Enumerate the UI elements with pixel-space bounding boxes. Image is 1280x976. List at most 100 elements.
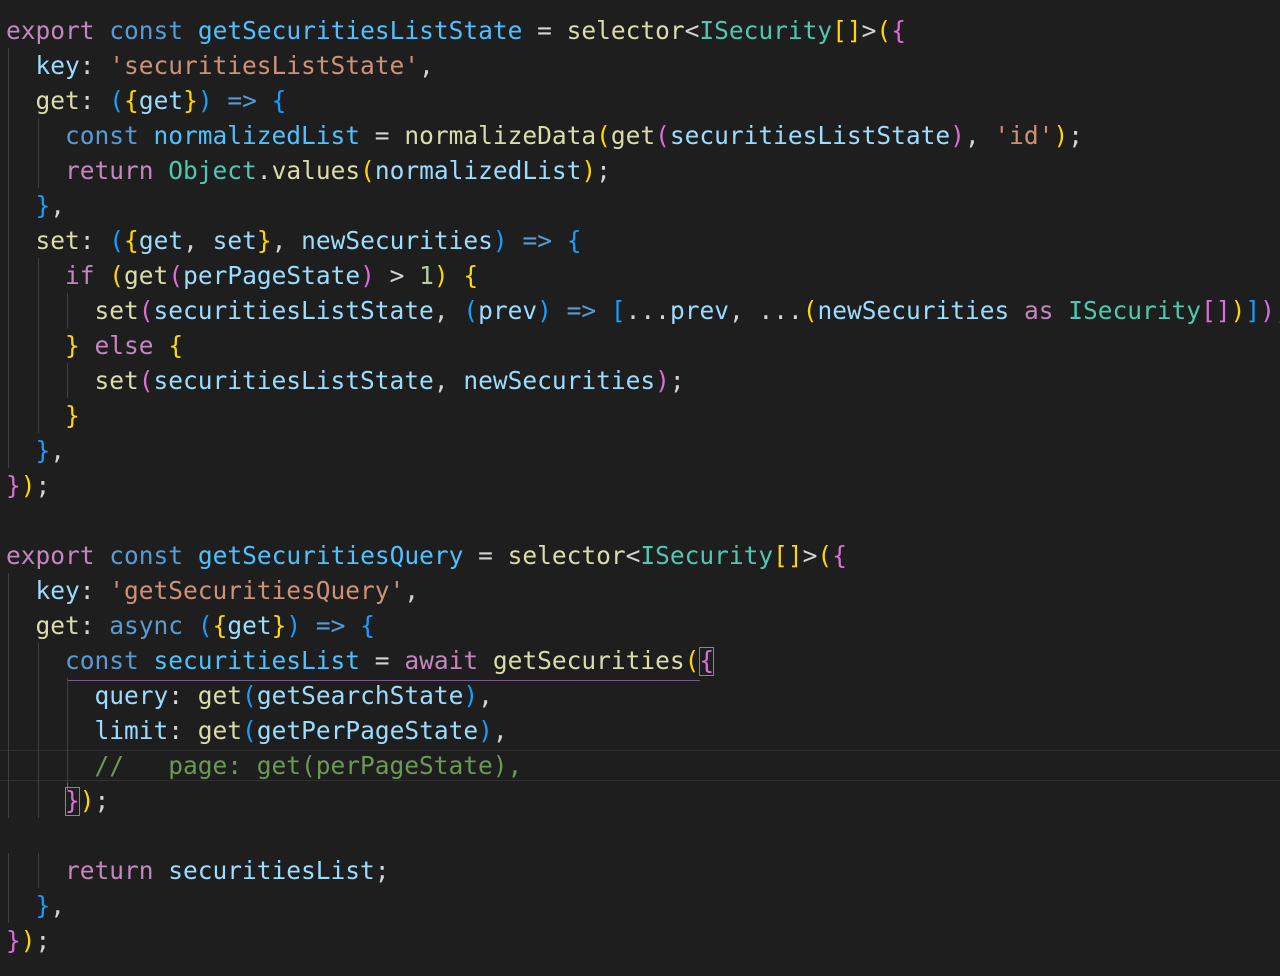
code-text: export const getSecuritiesQuery = select… xyxy=(6,538,847,573)
code-token: } xyxy=(183,86,198,115)
code-token: return xyxy=(65,856,154,885)
code-token: get xyxy=(227,611,272,640)
code-token: , xyxy=(433,296,464,325)
code-line: limit: get(getPerPageState), xyxy=(0,713,1280,748)
code-token: export xyxy=(6,16,95,45)
code-line: }); xyxy=(0,468,1280,503)
code-token: ) xyxy=(655,366,670,395)
code-token: } xyxy=(271,611,287,640)
code-line: }, xyxy=(0,188,1280,223)
code-token: set xyxy=(94,366,139,395)
indent-guide xyxy=(67,363,68,398)
code-token: getSecuritiesListState xyxy=(197,16,523,45)
code-token: normalizedList xyxy=(153,121,361,150)
code-token: ) xyxy=(1053,121,1069,150)
code-token: get xyxy=(610,121,656,150)
code-text: const normalizedList = normalizeData(get… xyxy=(65,118,1083,153)
code-text: }, xyxy=(36,888,66,923)
code-text: query: get(getSearchState), xyxy=(95,678,493,713)
code-token: = xyxy=(463,541,508,570)
code-token: = xyxy=(360,646,405,675)
code-token: selector xyxy=(507,541,626,570)
code-token: { xyxy=(566,226,582,255)
indent-guide xyxy=(8,643,9,678)
code-token: [] xyxy=(1201,296,1231,325)
code-token: : xyxy=(79,226,110,255)
code-token: get xyxy=(35,86,80,115)
code-token: securitiesListState xyxy=(153,366,434,395)
code-token: => xyxy=(522,226,552,255)
indent-guide xyxy=(37,678,39,713)
code-token: selector xyxy=(566,16,685,45)
code-token: ) xyxy=(286,611,302,640)
code-editor[interactable]: export const getSecuritiesListState = se… xyxy=(0,0,1280,976)
indent-guide xyxy=(37,258,39,293)
code-line: query: get(getSearchState), xyxy=(0,678,1280,713)
code-token: = xyxy=(360,121,405,150)
code-token: ) xyxy=(581,156,597,185)
indent-guide xyxy=(67,678,68,713)
code-token: ( xyxy=(168,261,184,290)
code-token: < xyxy=(684,16,700,45)
code-token: key xyxy=(35,576,80,605)
code-token: : xyxy=(168,716,198,745)
code-token: getPerPageState xyxy=(256,716,479,745)
indent-guide xyxy=(8,363,9,398)
code-token: values xyxy=(271,156,361,185)
code-token: if xyxy=(65,261,95,290)
code-token: // page: get(perPageState), xyxy=(94,751,523,780)
indent-guide xyxy=(8,223,9,258)
code-token: limit xyxy=(94,716,169,745)
code-line: const normalizedList = normalizeData(get… xyxy=(0,118,1280,153)
code-text: set: ({get, set}, newSecurities) => { xyxy=(36,223,582,258)
code-token: ) xyxy=(463,681,479,710)
code-token: const xyxy=(65,646,139,675)
indent-guide xyxy=(67,293,68,328)
indent-guide xyxy=(8,328,9,363)
indent-guide xyxy=(8,293,9,328)
code-token: ( xyxy=(109,226,125,255)
code-token: as xyxy=(1024,296,1054,325)
code-text: return securitiesList; xyxy=(65,853,390,888)
code-line: if (get(perPageState) > 1) { xyxy=(0,258,1280,293)
code-token: { xyxy=(360,611,375,640)
code-token: 1 xyxy=(419,261,434,290)
code-token: const xyxy=(109,541,184,570)
code-token: ; xyxy=(374,856,390,885)
code-token: else xyxy=(94,331,154,360)
code-line: } else { xyxy=(0,328,1280,363)
indent-guide xyxy=(8,783,9,818)
code-token: ) xyxy=(537,296,552,325)
code-token: ) xyxy=(1260,296,1275,325)
code-text: key: 'securitiesListState', xyxy=(36,48,434,83)
code-token: ; xyxy=(669,366,685,395)
code-text: set(securitiesListState, (prev) => [...p… xyxy=(95,293,1280,328)
indent-guide xyxy=(37,293,39,328)
code-token: securitiesList xyxy=(153,646,361,675)
indent-guide xyxy=(67,748,68,783)
code-token: get xyxy=(124,261,169,290)
code-text: }, xyxy=(36,433,66,468)
code-token: { xyxy=(463,261,479,290)
code-token: ] xyxy=(1245,296,1261,325)
code-token: ( xyxy=(109,86,125,115)
code-line: export const getSecuritiesListState = se… xyxy=(0,13,1280,48)
code-line: } xyxy=(0,398,1280,433)
code-token: ) xyxy=(492,226,508,255)
indent-guide xyxy=(37,363,39,398)
code-token: = xyxy=(522,16,567,45)
indent-guide xyxy=(8,83,9,118)
code-token: => xyxy=(315,611,346,640)
